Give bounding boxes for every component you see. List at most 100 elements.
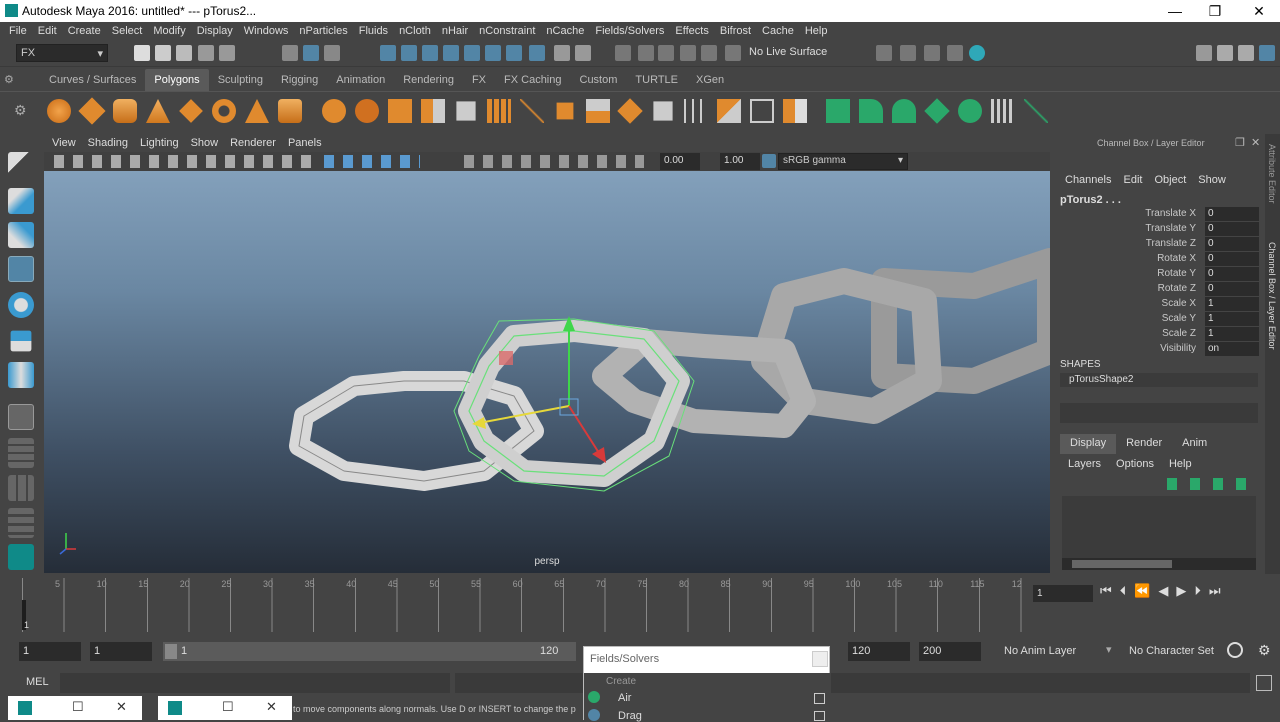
shelf-tab-sculpting[interactable]: Sculpting xyxy=(209,69,272,91)
last-tool-icon[interactable] xyxy=(8,362,34,388)
menu-item-air[interactable]: Air xyxy=(618,692,631,704)
menu-fluids[interactable]: Fluids xyxy=(354,22,394,41)
perspective-viewport[interactable]: persp xyxy=(44,171,1050,573)
channel-menu-object[interactable]: Object xyxy=(1154,174,1186,186)
construction-history-icon[interactable] xyxy=(615,45,631,61)
shelf-gear-icon[interactable]: ⚙ xyxy=(14,102,28,118)
select-hierarchy-icon[interactable] xyxy=(282,45,298,61)
smooth-icon[interactable] xyxy=(421,99,445,123)
open-scene-icon[interactable] xyxy=(155,45,171,61)
play-back-icon[interactable]: ◀ xyxy=(1158,583,1176,598)
shelf-settings-icon[interactable]: ⚙ xyxy=(4,73,16,87)
menu-cache[interactable]: Cache xyxy=(757,22,800,41)
shelf-tab-custom[interactable]: Custom xyxy=(571,69,627,91)
ipr-render-icon[interactable] xyxy=(658,45,674,61)
menu-effects[interactable]: Effects xyxy=(670,22,714,41)
undo-icon[interactable] xyxy=(198,45,214,61)
go-to-start-icon[interactable]: ⏮ xyxy=(1100,583,1120,598)
panel-layout-icon[interactable] xyxy=(1217,45,1233,61)
boolean-icon[interactable] xyxy=(783,99,807,123)
globe-icon[interactable] xyxy=(969,45,985,61)
separate-icon[interactable] xyxy=(355,99,379,123)
menu-help[interactable]: Help xyxy=(800,22,834,41)
auto-key-icon[interactable] xyxy=(1227,642,1243,658)
animation-end-field[interactable]: 200 xyxy=(919,642,981,661)
new-scene-icon[interactable] xyxy=(134,45,150,61)
gamma-field[interactable]: 1.00 xyxy=(720,153,760,170)
restore-icon[interactable]: ☐ xyxy=(72,699,84,715)
channel-menu-show[interactable]: Show xyxy=(1198,174,1226,186)
channel-value[interactable]: 0 xyxy=(1205,282,1259,296)
channel-menu-channels[interactable]: Channels xyxy=(1065,174,1111,186)
channel-row[interactable]: Rotate X 0 xyxy=(1060,252,1259,267)
character-set-dropdown[interactable]: No Character Set xyxy=(1129,645,1214,657)
shelf-tab-polygons[interactable]: Polygons xyxy=(145,69,209,91)
channel-row[interactable]: Scale Z 1 xyxy=(1060,327,1259,342)
float-panel-icon[interactable]: ❐ xyxy=(1235,136,1245,149)
shelf-tab-curves-surfaces[interactable]: Curves / Surfaces xyxy=(40,69,145,91)
channel-row[interactable]: Visibility on xyxy=(1060,342,1259,357)
close-button[interactable]: ✕ xyxy=(1244,2,1274,20)
attribute-editor-icon[interactable] xyxy=(947,45,963,61)
popup-close-button[interactable] xyxy=(812,651,828,667)
menu-bifrost[interactable]: Bifrost xyxy=(715,22,757,41)
step-back-icon[interactable]: ⏴ xyxy=(1120,583,1135,598)
layer-tab-render[interactable]: Render xyxy=(1116,434,1172,454)
air-options-box[interactable] xyxy=(814,693,825,704)
channel-value[interactable]: on xyxy=(1205,342,1259,356)
script-editor-icon[interactable] xyxy=(1256,675,1272,691)
help-query-icon[interactable] xyxy=(529,45,545,61)
close-icon[interactable]: ✕ xyxy=(266,699,277,715)
layer-tab-display[interactable]: Display xyxy=(1060,434,1117,454)
play-forward-icon[interactable]: ▶ xyxy=(1176,583,1194,598)
attribute-editor-tab[interactable]: Attribute Editor xyxy=(1267,144,1277,204)
go-to-end-icon[interactable]: ⏭ xyxy=(1209,583,1229,598)
layer-menu-help[interactable]: Help xyxy=(1169,458,1192,470)
poly-cylinder-icon[interactable] xyxy=(113,99,137,123)
scrollbar-thumb[interactable] xyxy=(1072,560,1172,568)
close-icon[interactable]: ✕ xyxy=(116,699,127,715)
menu-nhair[interactable]: nHair xyxy=(437,22,474,41)
display-toggle-icons[interactable] xyxy=(464,155,644,168)
magnet-icon[interactable] xyxy=(725,45,741,61)
channel-row[interactable]: Rotate Z 0 xyxy=(1060,282,1259,297)
channel-value[interactable]: 0 xyxy=(1205,222,1259,236)
step-back-key-icon[interactable]: ⏪ xyxy=(1134,583,1158,598)
sew-uv-icon[interactable] xyxy=(1024,99,1048,123)
restore-button[interactable]: ❐ xyxy=(1200,2,1230,20)
menu-file[interactable]: File xyxy=(4,22,33,41)
selected-object-name[interactable]: pTorus2 . . . xyxy=(1060,194,1121,206)
layer-menu-options[interactable]: Options xyxy=(1116,458,1154,470)
bevel-icon[interactable] xyxy=(520,99,544,123)
viewport-menu-lighting[interactable]: Lighting xyxy=(140,134,191,152)
sidebar-toggle-icon[interactable] xyxy=(876,45,892,61)
channel-menu-edit[interactable]: Edit xyxy=(1123,174,1142,186)
channel-value[interactable]: 0 xyxy=(1205,207,1259,221)
anim-prefs-icon[interactable]: ⚙ xyxy=(1258,642,1271,659)
channel-value[interactable]: 0 xyxy=(1205,252,1259,266)
layer-scrollbar[interactable] xyxy=(1062,558,1256,570)
minimize-button[interactable]: — xyxy=(1160,2,1190,20)
channel-box-tab[interactable]: Channel Box / Layer Editor xyxy=(1267,242,1277,350)
menu-select[interactable]: Select xyxy=(107,22,149,41)
select-component-icon[interactable] xyxy=(324,45,340,61)
shelf-tab-rigging[interactable]: Rigging xyxy=(272,69,327,91)
scale-tool-icon[interactable] xyxy=(10,330,32,352)
layer-menu-layers[interactable]: Layers xyxy=(1068,458,1101,470)
snap-surface-icon[interactable] xyxy=(464,45,480,61)
tool-settings-icon[interactable] xyxy=(1259,45,1275,61)
redo-icon[interactable] xyxy=(219,45,235,61)
channel-value[interactable]: 1 xyxy=(1205,297,1259,311)
shading-mode-icons[interactable] xyxy=(324,155,420,168)
snap-together-icon[interactable] xyxy=(485,45,501,61)
channel-box-toggle-icon[interactable] xyxy=(1238,45,1254,61)
snap-view-plane-icon[interactable] xyxy=(443,45,459,61)
current-frame-field[interactable]: 1 xyxy=(1033,585,1093,602)
workspace-icon[interactable] xyxy=(1196,45,1212,61)
menu-create[interactable]: Create xyxy=(63,22,107,41)
channel-value[interactable]: 1 xyxy=(1205,327,1259,341)
paint-select-tool-icon[interactable] xyxy=(8,222,34,248)
persp-outliner-layout-icon[interactable] xyxy=(8,475,34,501)
uv-editor-icon[interactable] xyxy=(826,99,850,123)
input-ops-icon[interactable] xyxy=(575,45,591,61)
